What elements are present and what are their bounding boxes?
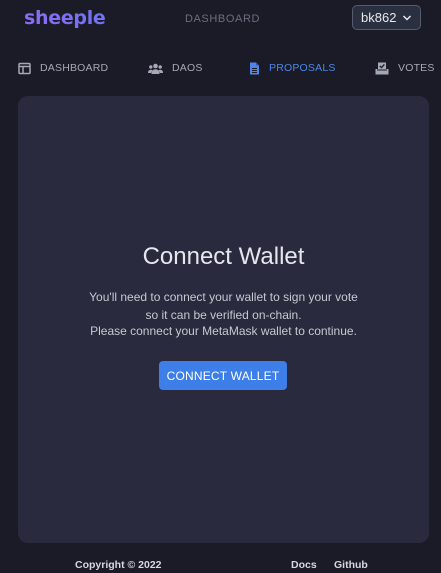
top-header: sheeple DASHBOARD bk862 bbox=[0, 0, 441, 44]
nav-item-label: DASHBOARD bbox=[40, 62, 109, 74]
nav-item-label: DAOS bbox=[172, 62, 203, 74]
docs-link[interactable]: Docs bbox=[291, 559, 317, 571]
account-dropdown[interactable]: bk862 bbox=[352, 5, 421, 30]
card-description-line-1: You'll need to connect your wallet to si… bbox=[89, 290, 358, 304]
nav-item-votes[interactable]: VOTES bbox=[375, 55, 435, 81]
nav-item-proposals[interactable]: PROPOSALS bbox=[249, 55, 336, 81]
nav-item-dashboard[interactable]: DASHBOARD bbox=[18, 55, 108, 81]
nav-item-daos[interactable]: DAOS bbox=[148, 55, 203, 81]
table-icon bbox=[18, 62, 31, 74]
logo[interactable]: sheeple bbox=[24, 7, 106, 29]
nav-item-label: PROPOSALS bbox=[269, 62, 336, 74]
connect-wallet-card: Connect Wallet You'll need to connect yo… bbox=[18, 96, 429, 543]
users-icon bbox=[148, 63, 163, 74]
github-link[interactable]: Github bbox=[334, 559, 368, 571]
document-icon bbox=[250, 62, 259, 74]
page-title: DASHBOARD bbox=[184, 13, 261, 25]
card-description-line-2: so it can be verified on-chain. bbox=[145, 308, 302, 322]
ballot-box-icon bbox=[375, 62, 389, 74]
connect-wallet-button[interactable]: CONNECT WALLET bbox=[159, 361, 287, 390]
card-title: Connect Wallet bbox=[142, 243, 305, 270]
card-description-line-3: Please connect your MetaMask wallet to c… bbox=[90, 324, 357, 338]
main-nav: DASHBOARD DAOS PROPOSALS VOTES bbox=[0, 55, 441, 81]
copyright: Copyright © 2022 bbox=[75, 559, 162, 571]
nav-item-label: VOTES bbox=[398, 62, 435, 74]
chevron-down-icon bbox=[402, 15, 412, 21]
account-name: bk862 bbox=[361, 10, 397, 25]
